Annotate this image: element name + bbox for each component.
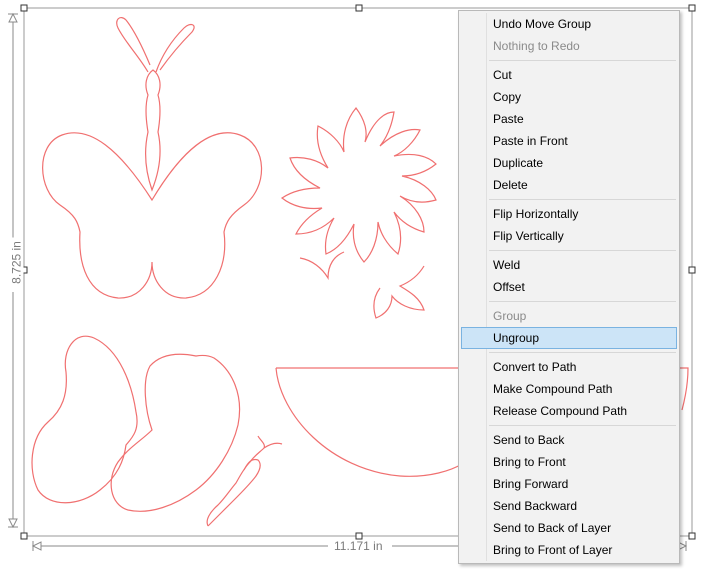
menu-item-send-to-back[interactable]: Send to Back xyxy=(461,429,677,451)
menu-item-bring-to-front-of-layer[interactable]: Bring to Front of Layer xyxy=(461,539,677,561)
menu-item-bring-to-front[interactable]: Bring to Front xyxy=(461,451,677,473)
menu-item-paste-in-front[interactable]: Paste in Front xyxy=(461,130,677,152)
menu-item-nothing-to-redo: Nothing to Redo xyxy=(493,39,580,53)
menu-item-flip-vertically[interactable]: Flip Vertically xyxy=(461,225,677,247)
width-dimension-label: 11.171 in xyxy=(331,540,386,553)
height-dimension-label: 8.725 in xyxy=(10,237,24,288)
menu-item-paste[interactable]: Paste xyxy=(461,108,677,130)
context-menu: Undo Move Group Nothing to Redo Cut Copy… xyxy=(458,10,680,564)
menu-item-convert-to-path[interactable]: Convert to Path xyxy=(461,356,677,378)
menu-item-copy[interactable]: Copy xyxy=(461,86,677,108)
menu-item-send-to-back-of-layer[interactable]: Send to Back of Layer xyxy=(461,517,677,539)
menu-item-cut[interactable]: Cut xyxy=(461,64,677,86)
menu-item-ungroup[interactable]: Ungroup xyxy=(461,327,677,349)
butterfly-wings-shape[interactable] xyxy=(31,335,241,512)
menu-item-undo-move-group[interactable]: Undo Move Group xyxy=(461,13,677,35)
menu-separator xyxy=(489,352,676,353)
menu-separator xyxy=(489,199,676,200)
menu-item-bring-forward[interactable]: Bring Forward xyxy=(461,473,677,495)
menu-item-weld[interactable]: Weld xyxy=(461,254,677,276)
menu-separator xyxy=(489,425,676,426)
menu-separator xyxy=(489,250,676,251)
menu-item-flip-horizontally[interactable]: Flip Horizontally xyxy=(461,203,677,225)
menu-item-delete[interactable]: Delete xyxy=(461,174,677,196)
menu-separator xyxy=(489,301,676,302)
menu-item-release-compound-path[interactable]: Release Compound Path xyxy=(461,400,677,422)
menu-item-make-compound-path[interactable]: Make Compound Path xyxy=(461,378,677,400)
menu-item-group: Group xyxy=(493,309,527,323)
butterfly-shape[interactable] xyxy=(42,16,263,299)
menu-item-offset[interactable]: Offset xyxy=(461,276,677,298)
menu-separator xyxy=(489,60,676,61)
insect-shape[interactable] xyxy=(206,435,283,527)
menu-item-duplicate[interactable]: Duplicate xyxy=(461,152,677,174)
flower-shape[interactable] xyxy=(280,107,437,319)
menu-item-send-backward[interactable]: Send Backward xyxy=(461,495,677,517)
